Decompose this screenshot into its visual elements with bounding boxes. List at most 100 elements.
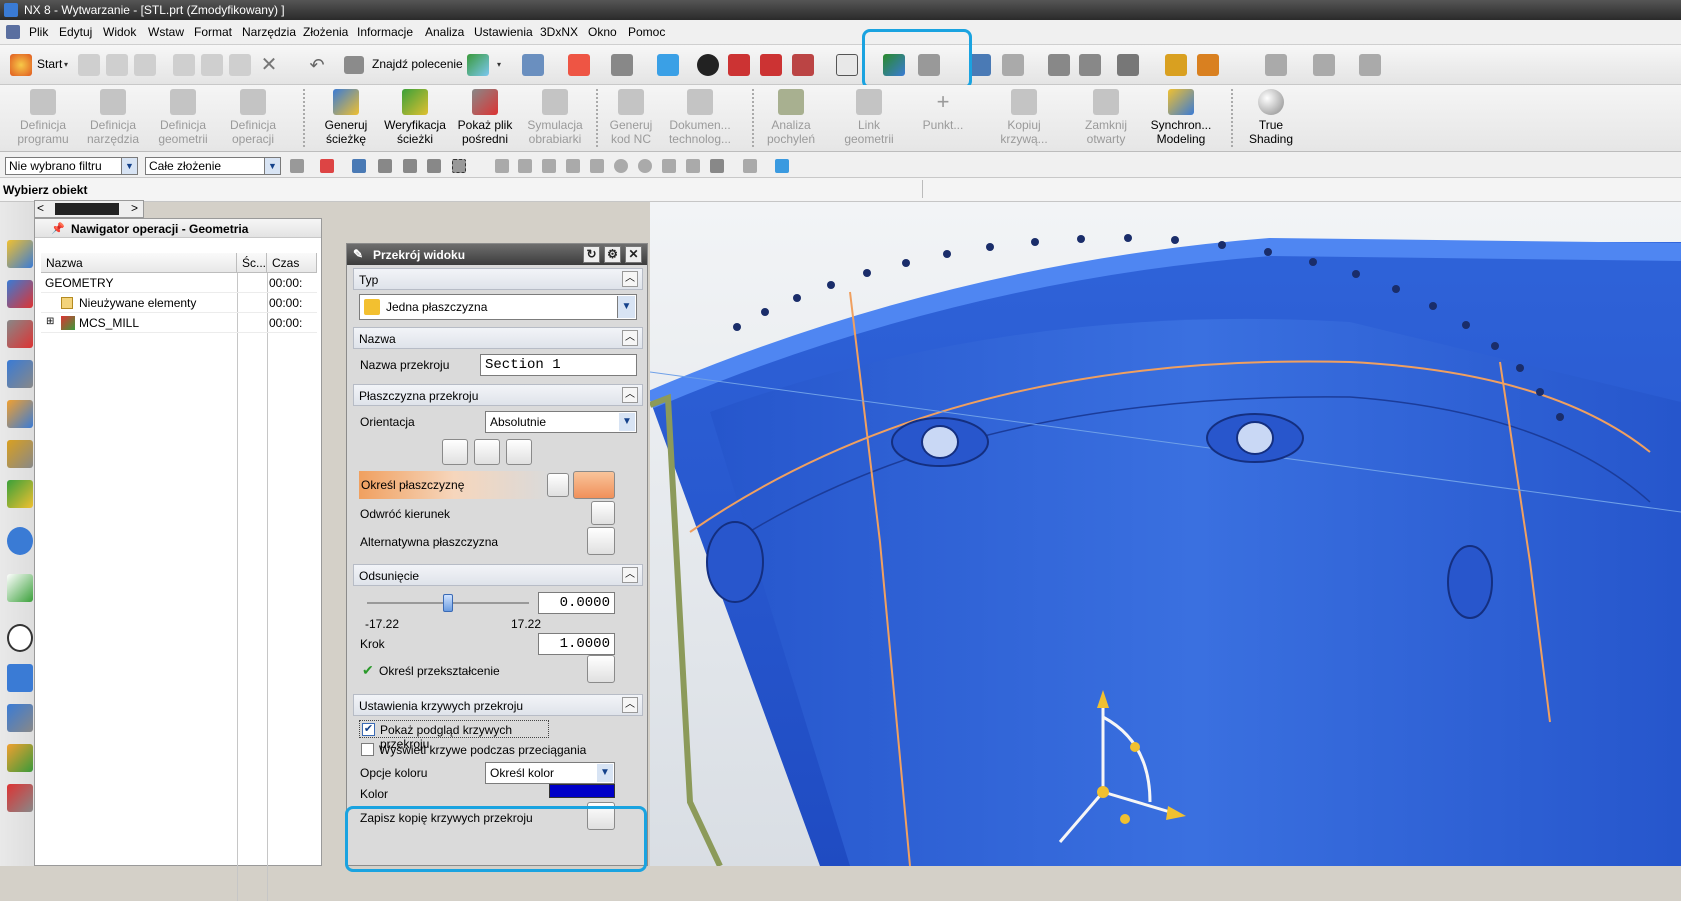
group-curve-settings[interactable]: Ustawienia krzywych przekroju ︿ [353,694,643,716]
drag-curves-checkbox[interactable] [361,743,374,756]
find-command-button[interactable]: Znajdź polecenie [372,57,463,71]
library-icon[interactable] [7,480,33,508]
table-row[interactable]: ⊞ MCS_MILL 00:00: [41,313,317,333]
reuse-library-icon[interactable] [7,440,33,468]
menu-ustawienia[interactable]: Ustawienia [474,25,533,39]
menu-3dxnx[interactable]: 3DxNX [540,25,578,39]
column-name[interactable]: Nazwa [41,253,237,273]
plane-z-icon[interactable] [506,439,532,465]
alternate-plane-icon[interactable] [587,527,615,555]
snap-h-icon[interactable] [662,159,676,173]
group-name[interactable]: Nazwa ︿ [353,327,643,349]
snap-e-icon[interactable] [590,159,604,173]
system-materials-icon[interactable] [7,664,33,692]
layer-icon[interactable] [969,54,991,76]
move-component-icon[interactable] [1359,54,1381,76]
nav-scroll-thumb[interactable] [55,203,119,215]
wizard-icon[interactable] [467,54,489,76]
assembly-icon[interactable] [760,54,782,76]
dialog-pin-icon[interactable]: ✎ [353,247,363,261]
background-icon[interactable] [836,54,858,76]
copy-curve-button[interactable]: Kopiuj krzywą... [993,89,1055,146]
history-icon[interactable] [7,624,33,652]
component-icon[interactable] [1265,54,1287,76]
menu-narzedzia[interactable]: Narzędzia [242,25,296,39]
box-icon[interactable] [792,54,814,76]
menu-widok[interactable]: Widok [103,25,136,39]
menu-pomoc[interactable]: Pomoc [628,25,665,39]
select-icon[interactable] [352,159,366,173]
true-shading-button[interactable]: True Shading [1240,89,1302,146]
delete-icon[interactable]: ✕ [258,54,280,76]
select4-icon[interactable] [427,159,441,173]
menu-analiza[interactable]: Analiza [425,25,464,39]
info-icon[interactable] [7,527,33,555]
show-cls-button[interactable]: Pokaż plik pośredni [453,89,517,146]
step-input[interactable]: 1.0000 [538,633,615,655]
plane-y-icon[interactable] [474,439,500,465]
add-component-icon[interactable] [1313,54,1335,76]
new-icon[interactable] [78,54,100,76]
start-button[interactable]: Start [37,57,62,71]
reverse-direction-icon[interactable] [591,501,615,525]
specify-plane-icon[interactable] [573,471,615,499]
pin-icon[interactable]: 📌 [51,222,65,235]
shaded-icon[interactable] [657,54,679,76]
snap-g-icon[interactable] [638,159,652,173]
generate-path-button[interactable]: Generuj ścieżkę [315,89,377,146]
draft-analysis-button[interactable]: Analiza pochyleń [760,89,822,146]
expand-icon[interactable]: ⊞ [46,316,54,327]
group-section-plane[interactable]: Płaszczyzna przekroju ︿ [353,384,643,406]
find-command-icon[interactable] [344,56,364,74]
save-icon[interactable] [134,54,156,76]
shop-docs-button[interactable]: Dokumen... technolog... [660,89,740,146]
snap-d-icon[interactable] [566,159,580,173]
plane-x-icon[interactable] [442,439,468,465]
select2-icon[interactable] [378,159,392,173]
process-studio-icon[interactable] [7,704,33,732]
orient-icon[interactable] [611,54,633,76]
graphics-window[interactable] [650,202,1681,866]
roles-icon[interactable] [7,744,33,772]
offset-input[interactable]: 0.0000 [538,592,615,614]
cut-icon[interactable] [173,54,195,76]
menu-format[interactable]: Format [194,25,232,39]
reset-icon[interactable]: ↻ [583,246,600,263]
start-icon[interactable] [10,54,32,76]
rect-select-icon[interactable] [452,159,466,173]
snap2-icon[interactable] [1079,54,1101,76]
render-icon[interactable] [697,54,719,76]
part-nav-icon[interactable] [7,320,33,348]
type-filter-select[interactable]: Nie wybrano filtru ▼ [5,157,138,175]
constraint-nav-icon[interactable] [7,280,33,308]
table-row[interactable]: Nieużywane elementy 00:00: [41,293,317,313]
close-open-button[interactable]: Zamknij otwarty [1075,89,1137,146]
system-scenes-icon[interactable] [7,784,33,812]
snap-b-icon[interactable] [518,159,532,173]
define-tool-button[interactable]: Definicja narzędzia [82,89,144,146]
snap-i-icon[interactable] [686,159,700,173]
define-geometry-button[interactable]: Definicja geometrii [152,89,214,146]
menu-edytuj[interactable]: Edytuj [59,25,92,39]
snap-k-icon[interactable] [743,159,757,173]
snap-f-icon[interactable] [614,159,628,173]
menu-okno[interactable]: Okno [588,25,617,39]
nav-scroll-left-icon[interactable]: < [37,201,44,215]
define-operation-button[interactable]: Definicja operacji [222,89,284,146]
verify-path-button[interactable]: Weryfikacja ścieżki [380,89,450,146]
column-path[interactable]: Śc... [237,253,267,273]
undo-icon[interactable]: ↶ [306,54,328,76]
snap-a-icon[interactable] [495,159,509,173]
nav-scroll-right-icon[interactable]: > [131,201,138,215]
specify-plane-row[interactable]: Określ płaszczyznę [359,471,549,499]
preview-curves-checkbox-row[interactable]: ✔ Pokaż podgląd krzywych przekroju [359,720,549,751]
color-option-select[interactable]: Określ kolor ▼ [485,762,615,784]
group-type[interactable]: Typ ︿ [353,268,643,290]
machine-nav-icon[interactable] [7,400,33,428]
point-icon[interactable] [1117,54,1139,76]
offset-slider-thumb[interactable] [443,594,453,612]
part-icon[interactable] [728,54,750,76]
plane-dialog-icon[interactable] [547,473,569,497]
define-program-button[interactable]: Definicja programu [12,89,74,146]
snap-j-icon[interactable] [710,159,724,173]
